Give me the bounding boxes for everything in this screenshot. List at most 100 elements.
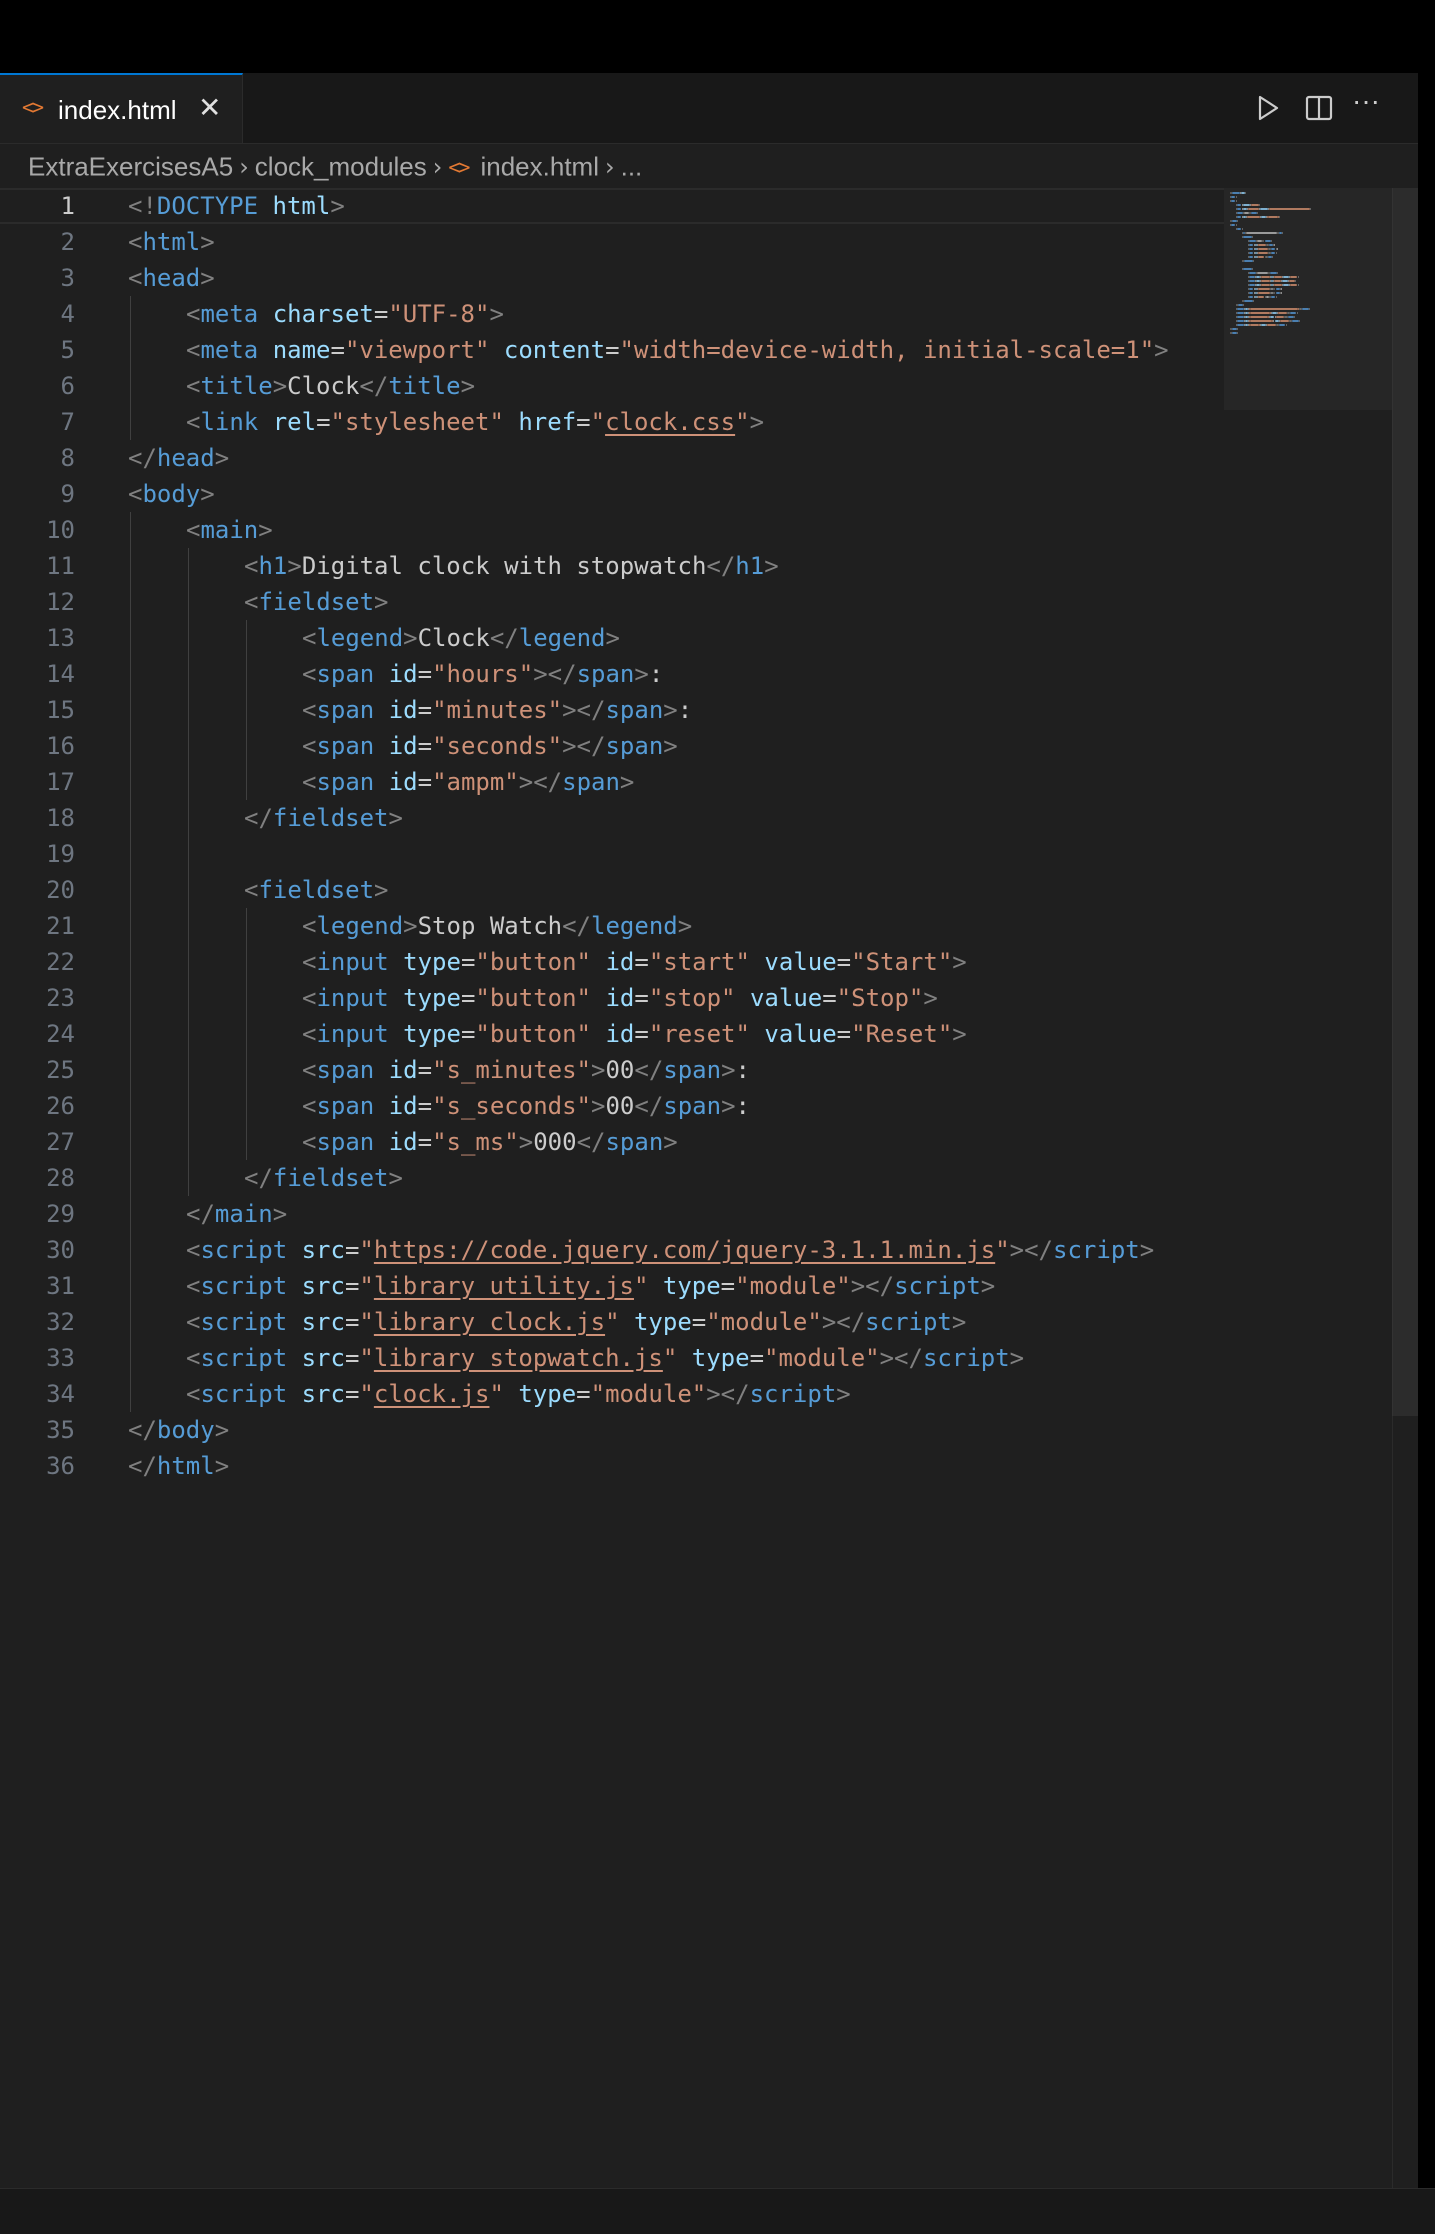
code-line[interactable]: 29 </main> [0,1196,1225,1232]
minimap[interactable] [1224,188,1392,410]
code-link[interactable]: library_stopwatch.js [374,1344,663,1372]
code-token: script [200,1308,288,1336]
code-token: script [1053,1236,1140,1264]
code-line[interactable]: 5 <meta name="viewport" content="width=de… [0,332,1225,368]
code-text: <head> [128,260,215,296]
code-line[interactable]: 12 <fieldset> [0,584,1225,620]
code-line[interactable]: 22 <input type="button" id="start" value=… [0,944,1225,980]
code-editor[interactable]: 1 <!DOCTYPE html> 2 <html> 3 <head> 4 <meta cha… [0,188,1418,2188]
tab-index-html[interactable]: <> index.html ✕ [0,73,243,143]
code-token: span [562,768,620,796]
code-line[interactable]: 3 <head> [0,260,1225,296]
code-line[interactable]: 34 <script src="clock.js" type="module"><… [0,1376,1225,1412]
more-actions-icon[interactable]: ··· [1352,85,1386,119]
code-link[interactable]: clock.js [374,1380,490,1408]
code-text: <input type="button" id="start" value="S… [302,944,967,980]
vertical-scrollbar[interactable] [1392,188,1419,1416]
code-token: "module" [706,1308,822,1336]
minimap-mark [1271,240,1273,242]
code-line[interactable]: 6 <title>Clock</title> [0,368,1225,404]
code-line[interactable]: 14 <span id="hours"></span>: [0,656,1225,692]
code-line[interactable]: 10 <main> [0,512,1225,548]
minimap-mark [1294,316,1296,318]
code-line[interactable]: 24 <input type="button" id="reset" value=… [0,1016,1225,1052]
code-link[interactable]: clock.css [605,408,735,436]
code-line[interactable]: 21 <legend>Stop Watch</legend> [0,908,1225,944]
code-line[interactable]: 23 <input type="button" id="stop" value="… [0,980,1225,1016]
code-line[interactable]: 26 <span id="s_seconds">00</span>: [0,1088,1225,1124]
minimap-mark [1309,208,1311,210]
code-token: < [244,552,259,580]
code-line[interactable]: 28 </fieldset> [0,1160,1225,1196]
code-line[interactable]: 19 [0,836,1225,872]
minimap-mark [1269,208,1310,210]
code-token: ></ [562,696,606,724]
breadcrumb-item-folder[interactable]: clock_modules [255,152,427,182]
html-file-icon: <> [448,155,470,180]
code-token: rel [272,408,317,436]
code-line[interactable]: 15 <span id="minutes"></span>: [0,692,1225,728]
run-icon[interactable] [1250,91,1284,125]
breadcrumb-item-symbols[interactable]: ... [621,152,643,182]
code-line[interactable]: 30 <script src="https://code.jquery.com/j… [0,1232,1225,1268]
code-line[interactable]: 8 </head> [0,440,1225,476]
line-number: 33 [46,1344,75,1372]
code-line[interactable]: 11 <h1>Digital clock with stopwatch</h1> [0,548,1225,584]
code-token: > [403,912,418,940]
code-text: <span id="s_minutes">00</span>: [302,1052,750,1088]
code-link[interactable]: library_clock.js [374,1308,605,1336]
code-line[interactable]: 18 </fieldset> [0,800,1225,836]
code-token: : [735,1056,750,1084]
code-line[interactable]: 16 <span id="seconds"></span> [0,728,1225,764]
code-token: > [272,1200,288,1228]
code-line[interactable]: 27 <span id="s_ms">000</span> [0,1124,1225,1160]
code-token: id [605,1020,635,1048]
split-editor-icon[interactable] [1302,91,1336,125]
code-token: id [388,732,418,760]
code-token: ></ [562,732,606,760]
minimap-mark [1232,192,1240,194]
line-number: 3 [60,264,75,292]
code-line[interactable]: 13 <legend>Clock</legend> [0,620,1225,656]
code-line[interactable]: 1 <!DOCTYPE html> [0,188,1225,224]
code-token: "seconds" [432,732,563,760]
line-number: 36 [46,1452,75,1480]
code-link[interactable]: https://code.jquery.com/jquery-3.1.1.min… [374,1236,995,1264]
code-token: > [1154,336,1169,364]
code-line[interactable]: 9 <body> [0,476,1225,512]
minimap-mark [1275,296,1277,298]
code-line[interactable]: 7 <link rel="stylesheet" href="clock.css"… [0,404,1225,440]
code-line[interactable]: 25 <span id="s_minutes">00</span>: [0,1052,1225,1088]
code-text: <span id="ampm"></span> [302,764,634,800]
code-token: = [720,1272,736,1300]
code-line[interactable]: 32 <script src="library_clock.js" type="m… [0,1304,1225,1340]
code-token: = [576,1380,591,1408]
code-line[interactable]: 31 <script src="library_utility.js" type=… [0,1268,1225,1304]
chevron-right-icon: › [604,153,615,182]
code-token: > [214,1452,230,1480]
code-line[interactable]: 20 <fieldset> [0,872,1225,908]
close-icon[interactable]: ✕ [198,91,221,124]
code-token: > [388,1164,403,1192]
code-token: > [749,408,765,436]
code-line[interactable]: 33 <script src="library_stopwatch.js" typ… [0,1340,1225,1376]
code-line[interactable]: 17 <span id="ampm"></span> [0,764,1225,800]
code-link[interactable]: library_utility.js [374,1272,634,1300]
minimap-mark [1288,280,1296,282]
minimap-mark [1298,320,1300,322]
code-line[interactable]: 36 </html> [0,1448,1225,1484]
code-token: = [344,1308,360,1336]
code-token: ></ [706,1380,750,1408]
code-line[interactable]: 35 </body> [0,1412,1225,1448]
code-line[interactable]: 2 <html> [0,224,1225,260]
minimap-mark [1238,304,1243,306]
code-line[interactable]: 4 <meta charset="UTF-8"> [0,296,1225,332]
code-token: </ [128,1416,157,1444]
breadcrumb-item-workspace[interactable]: ExtraExercisesA5 [28,152,233,182]
code-token: = [836,1020,852,1048]
minimap-mark [1274,244,1276,246]
breadcrumb-item-file[interactable]: index.html [480,152,599,182]
